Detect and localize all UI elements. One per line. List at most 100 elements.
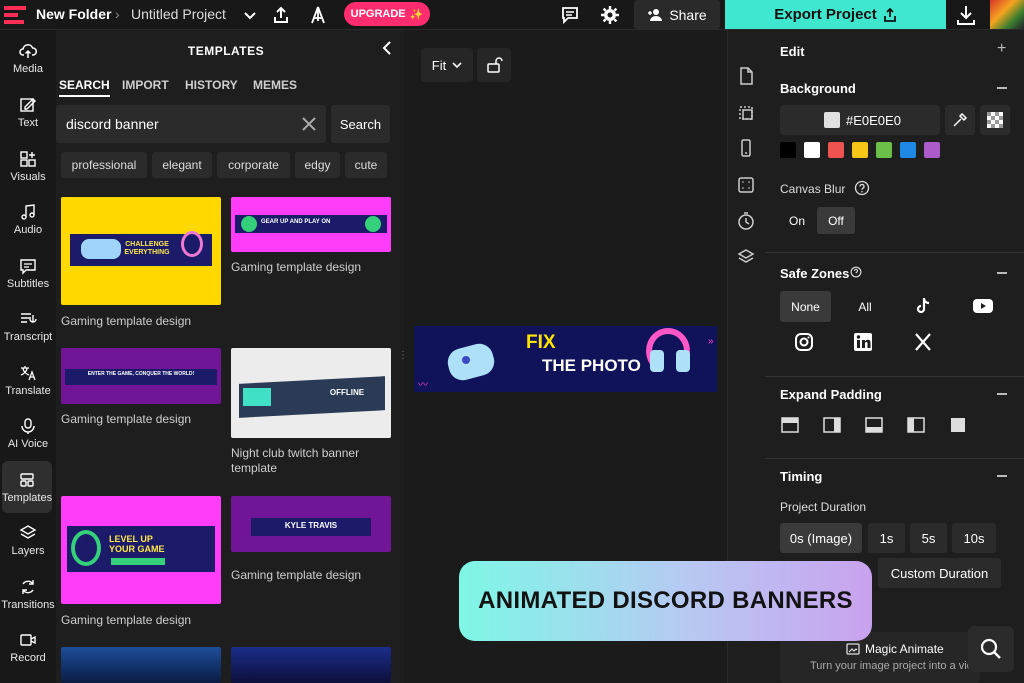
collapse-timing-icon[interactable] xyxy=(997,475,1007,477)
template-card-1[interactable]: CHALLENGE EVERYTHING xyxy=(61,197,221,305)
duration-1s-button[interactable]: 1s xyxy=(868,523,905,553)
help-icon[interactable] xyxy=(850,266,862,278)
comment-icon[interactable] xyxy=(560,5,580,25)
resize-handle[interactable]: ⋮ xyxy=(398,350,408,364)
chevron-down-icon[interactable] xyxy=(240,5,260,25)
chip-edgy[interactable]: edgy xyxy=(295,152,340,178)
padding-right-icon[interactable] xyxy=(823,417,841,433)
export-project-button[interactable]: Export Project xyxy=(725,0,946,29)
tab-memes[interactable]: MEMES xyxy=(253,78,297,92)
swatch-black[interactable] xyxy=(780,142,796,158)
grid-icon[interactable] xyxy=(736,175,756,195)
eyedropper-button[interactable] xyxy=(945,105,975,135)
tab-history[interactable]: HISTORY xyxy=(185,78,238,92)
text-icon xyxy=(20,97,36,112)
timer-icon[interactable] xyxy=(736,211,756,231)
duration-5s-button[interactable]: 5s xyxy=(910,523,947,553)
collapse-safe-zones-icon[interactable] xyxy=(997,272,1007,274)
collapse-background-icon[interactable] xyxy=(997,87,1007,89)
project-title[interactable]: Untitled Project xyxy=(131,6,226,22)
blur-on-button[interactable]: On xyxy=(780,207,814,234)
nav-transcript[interactable]: Transcript xyxy=(0,300,56,352)
help-icon[interactable] xyxy=(854,180,870,196)
transparent-button[interactable] xyxy=(980,105,1010,135)
chip-elegant[interactable]: elegant xyxy=(152,152,212,178)
zoom-fit-dropdown[interactable]: Fit xyxy=(421,48,473,82)
swatch-yellow[interactable] xyxy=(852,142,868,158)
share-button[interactable]: Share xyxy=(634,0,720,29)
padding-all-icon[interactable] xyxy=(950,417,966,433)
nav-text[interactable]: Text xyxy=(0,86,56,138)
x-twitter-icon[interactable] xyxy=(913,332,933,352)
nav-visuals[interactable]: Visuals xyxy=(0,140,56,192)
duration-image-button[interactable]: 0s (Image) xyxy=(780,523,862,553)
search-fab-button[interactable] xyxy=(968,626,1014,672)
canvas-banner[interactable]: FIX THE PHOTO 〰 » xyxy=(414,326,717,392)
swatch-green[interactable] xyxy=(876,142,892,158)
tiktok-icon[interactable] xyxy=(913,296,933,316)
blur-off-button[interactable]: Off xyxy=(817,207,855,234)
clear-search-icon[interactable] xyxy=(300,115,318,133)
background-color-field[interactable]: #E0E0E0 xyxy=(780,105,940,135)
upgrade-button[interactable]: UPGRADE ✨ xyxy=(344,2,430,26)
user-avatar[interactable] xyxy=(990,0,1024,29)
nav-audio[interactable]: Audio xyxy=(0,193,56,245)
swatch-blue[interactable] xyxy=(900,142,916,158)
template-caption-3: Gaming template design xyxy=(61,412,192,426)
template-card-6[interactable]: KYLE TRAVIS xyxy=(231,496,391,552)
shapes-icon xyxy=(20,150,36,167)
lock-aspect-button[interactable] xyxy=(477,48,511,82)
eyedropper-icon xyxy=(953,112,968,127)
safe-zone-all-button[interactable]: All xyxy=(840,291,890,322)
template-card-5[interactable]: LEVEL UP YOUR GAME xyxy=(61,496,221,604)
resize-canvas-icon[interactable] xyxy=(736,103,756,123)
duration-10s-button[interactable]: 10s xyxy=(952,523,996,553)
padding-bottom-icon[interactable] xyxy=(865,417,883,433)
nav-templates[interactable]: Templates xyxy=(2,461,52,513)
swatch-white[interactable] xyxy=(804,142,820,158)
collapse-panel-icon[interactable] xyxy=(380,40,396,56)
breadcrumb-folder[interactable]: New Folder xyxy=(36,6,111,22)
plus-icon[interactable]: + xyxy=(997,40,1006,58)
nav-media[interactable]: Media xyxy=(0,32,56,84)
template-card-3[interactable]: ENTER THE GAME, CONQUER THE WORLD! xyxy=(61,348,221,404)
chip-cute[interactable]: cute xyxy=(345,152,387,178)
swatch-purple[interactable] xyxy=(924,142,940,158)
nav-subtitles[interactable]: Subtitles xyxy=(0,247,56,299)
collapse-padding-icon[interactable] xyxy=(997,393,1007,395)
timing-heading: Timing xyxy=(780,469,823,484)
padding-left-icon[interactable] xyxy=(907,417,925,433)
nav-layers[interactable]: Layers xyxy=(0,514,56,566)
layers-stack-icon[interactable] xyxy=(736,247,756,267)
template-card-2[interactable]: GEAR UP AND PLAY ON xyxy=(231,197,391,252)
mobile-icon[interactable] xyxy=(736,138,756,158)
custom-duration-button[interactable]: Custom Duration xyxy=(878,558,1001,588)
download-icon[interactable] xyxy=(954,4,978,26)
template-card-4[interactable]: OFFLINE xyxy=(231,348,391,438)
nav-translate[interactable]: Translate xyxy=(0,354,56,406)
nav-record[interactable]: Record xyxy=(0,621,56,673)
chip-professional[interactable]: professional xyxy=(61,152,147,178)
tab-search[interactable]: SEARCH xyxy=(59,78,110,97)
document-icon[interactable] xyxy=(736,66,756,86)
youtube-icon[interactable] xyxy=(972,296,994,316)
search-button[interactable]: Search xyxy=(331,105,390,143)
app-logo-icon[interactable] xyxy=(4,5,28,25)
template-card-7[interactable] xyxy=(61,647,221,683)
chip-corporate[interactable]: corporate xyxy=(217,152,290,178)
settings-gear-icon[interactable] xyxy=(600,5,620,25)
music-note-icon xyxy=(21,203,35,220)
upload-icon[interactable] xyxy=(271,5,291,25)
template-card-8[interactable] xyxy=(231,647,391,683)
linkedin-icon[interactable] xyxy=(853,332,873,352)
nav-ai-voice[interactable]: AI Voice xyxy=(0,407,56,459)
nav-transitions[interactable]: Transitions xyxy=(0,568,56,620)
template-search-input[interactable] xyxy=(66,113,296,135)
swatch-red[interactable] xyxy=(828,142,844,158)
safe-zone-none-button[interactable]: None xyxy=(780,291,831,322)
tab-import[interactable]: IMPORT xyxy=(122,78,169,92)
brand-kit-icon[interactable] xyxy=(308,5,328,25)
padding-top-icon[interactable] xyxy=(781,417,799,433)
project-duration-label: Project Duration xyxy=(780,500,867,514)
instagram-icon[interactable] xyxy=(794,332,814,352)
